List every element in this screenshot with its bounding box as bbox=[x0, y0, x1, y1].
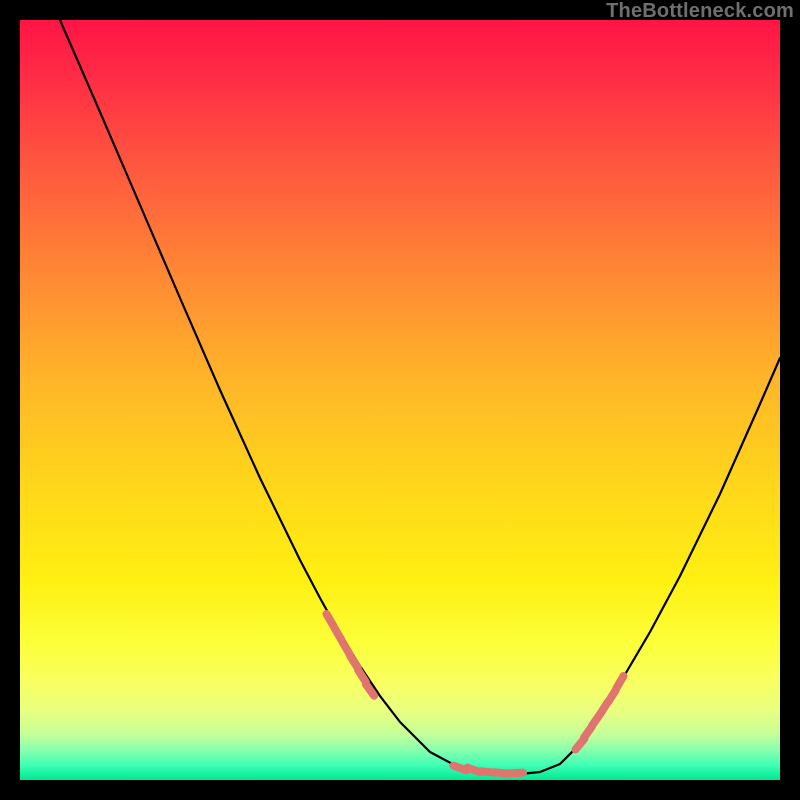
curve-polyline bbox=[60, 20, 780, 774]
curve-dash-marker bbox=[608, 690, 615, 702]
plot-area bbox=[20, 20, 780, 780]
curve-dash-marker bbox=[509, 773, 523, 774]
curve-dash-marker bbox=[335, 628, 342, 640]
curve-dash-marker bbox=[617, 676, 624, 688]
curve-dash-marker bbox=[327, 614, 334, 626]
curve-layer bbox=[20, 20, 780, 780]
bottleneck-curve bbox=[60, 20, 780, 774]
chart-stage: TheBottleneck.com bbox=[0, 0, 800, 800]
curve-dash-marker bbox=[343, 642, 350, 654]
dashed-overlay-dots bbox=[327, 614, 624, 774]
curve-dash-marker bbox=[350, 656, 358, 668]
watermark-text: TheBottleneck.com bbox=[606, 0, 794, 23]
